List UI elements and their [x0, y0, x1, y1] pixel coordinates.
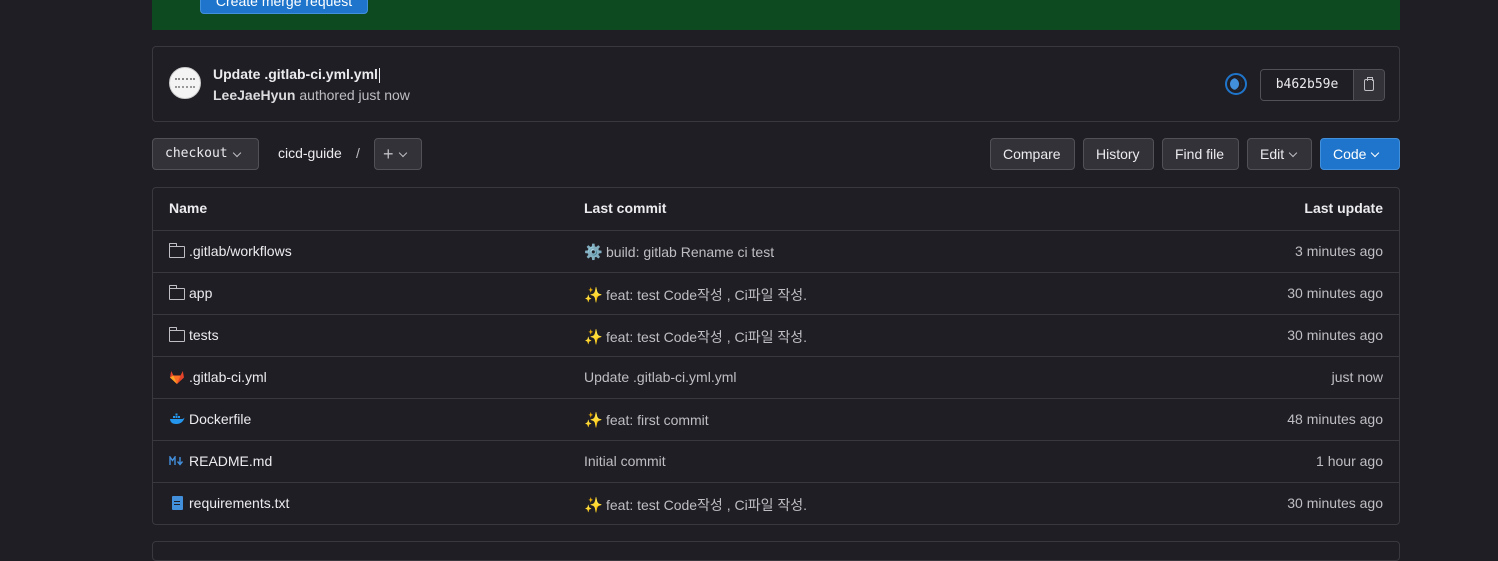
commit-message[interactable]: feat: test Code작성 , Ci파일 작성.: [606, 285, 807, 305]
commit-message[interactable]: build: gitlab Rename ci test: [606, 244, 774, 260]
updated-time: 30 minutes ago: [1287, 285, 1383, 301]
sparkles-icon: ✨: [584, 287, 603, 304]
branch-selector[interactable]: checkout: [152, 138, 259, 170]
chevron-down-icon: [232, 148, 241, 157]
commit-sha-group: b462b59e: [1260, 69, 1385, 101]
sparkles-icon: ✨: [584, 497, 603, 514]
commit-sha[interactable]: b462b59e: [1261, 70, 1353, 100]
updated-time: 3 minutes ago: [1295, 243, 1383, 259]
table-row[interactable]: Dockerfile ✨ feat: first commit 48 minute…: [153, 398, 1399, 440]
sparkles-icon: ✨: [584, 412, 603, 429]
add-file-dropdown[interactable]: +: [374, 138, 422, 170]
table-row[interactable]: .gitlab-ci.yml Update .gitlab-ci.yml.yml…: [153, 356, 1399, 398]
header-last-commit: Last commit: [584, 200, 667, 216]
folder-icon: [168, 327, 185, 342]
folder-icon: [168, 285, 185, 300]
last-commit-panel: Update .gitlab-ci.yml.yml LeeJaeHyun aut…: [152, 46, 1400, 122]
header-last-update: Last update: [1304, 200, 1383, 216]
commit-message[interactable]: Initial commit: [584, 453, 666, 469]
file-name[interactable]: Dockerfile: [189, 411, 251, 427]
chevron-down-icon: [1288, 148, 1298, 157]
table-header: Name Last commit Last update: [153, 188, 1399, 230]
commit-meta: LeeJaeHyun authored just now: [213, 87, 410, 103]
compare-button[interactable]: Compare: [990, 138, 1075, 170]
table-row[interactable]: requirements.txt ✨ feat: test Code작성 , Ci…: [153, 482, 1399, 524]
avatar[interactable]: [169, 67, 201, 99]
updated-time: 1 hour ago: [1316, 453, 1383, 469]
file-name[interactable]: .gitlab/workflows: [189, 243, 292, 259]
gitlab-icon: [170, 371, 184, 384]
table-row[interactable]: README.md Initial commit 1 hour ago: [153, 440, 1399, 482]
updated-time: 48 minutes ago: [1287, 411, 1383, 427]
updated-time: 30 minutes ago: [1287, 327, 1383, 343]
edit-dropdown[interactable]: Edit: [1247, 138, 1312, 170]
header-name: Name: [169, 200, 208, 216]
create-merge-request-button[interactable]: Create merge request: [200, 0, 368, 14]
sparkles-icon: ✨: [584, 329, 603, 346]
table-row[interactable]: app ✨ feat: test Code작성 , Ci파일 작성. 30 min…: [153, 272, 1399, 314]
branch-name: checkout: [165, 146, 228, 161]
text-file-icon: [172, 496, 183, 510]
commit-message[interactable]: feat: test Code작성 , Ci파일 작성.: [606, 495, 807, 515]
chevron-down-icon: [398, 148, 407, 157]
file-name[interactable]: requirements.txt: [189, 495, 289, 511]
commit-title[interactable]: Update .gitlab-ci.yml.yml: [213, 66, 380, 83]
commit-message[interactable]: feat: first commit: [606, 412, 709, 428]
success-banner: Create merge request: [152, 0, 1400, 30]
gear-icon: ⚙️: [584, 244, 603, 261]
plus-icon: +: [383, 144, 394, 164]
updated-time: 30 minutes ago: [1287, 495, 1383, 511]
docker-icon: [170, 413, 185, 424]
find-file-button[interactable]: Find file: [1162, 138, 1239, 170]
table-row[interactable]: tests ✨ feat: test Code작성 , Ci파일 작성. 30 m…: [153, 314, 1399, 356]
history-button[interactable]: History: [1083, 138, 1154, 170]
commit-message[interactable]: feat: test Code작성 , Ci파일 작성.: [606, 327, 807, 347]
chevron-down-icon: [1371, 148, 1380, 157]
file-name[interactable]: .gitlab-ci.yml: [189, 369, 267, 385]
breadcrumb-project[interactable]: cicd-guide: [278, 145, 342, 161]
markdown-icon: [169, 456, 184, 466]
breadcrumb-separator: /: [356, 145, 360, 161]
file-tree-table: Name Last commit Last update .gitlab/wor…: [152, 187, 1400, 525]
updated-time: just now: [1331, 369, 1383, 385]
file-name[interactable]: README.md: [189, 453, 272, 469]
folder-icon: [168, 243, 185, 258]
copy-icon: [1364, 77, 1374, 91]
table-row[interactable]: .gitlab/workflows ⚙️ build: gitlab Rename…: [153, 230, 1399, 272]
repo-toolbar: checkout cicd-guide / + Compare History …: [152, 138, 1400, 170]
readme-panel: [152, 541, 1400, 561]
copy-sha-button[interactable]: [1353, 70, 1384, 100]
commit-message[interactable]: Update .gitlab-ci.yml.yml: [584, 369, 737, 385]
file-name[interactable]: tests: [189, 327, 219, 343]
pipeline-running-icon[interactable]: [1225, 73, 1247, 95]
file-name[interactable]: app: [189, 285, 212, 301]
code-dropdown[interactable]: Code: [1320, 138, 1400, 170]
commit-author[interactable]: LeeJaeHyun: [213, 87, 295, 103]
commit-time: authored just now: [299, 87, 410, 103]
